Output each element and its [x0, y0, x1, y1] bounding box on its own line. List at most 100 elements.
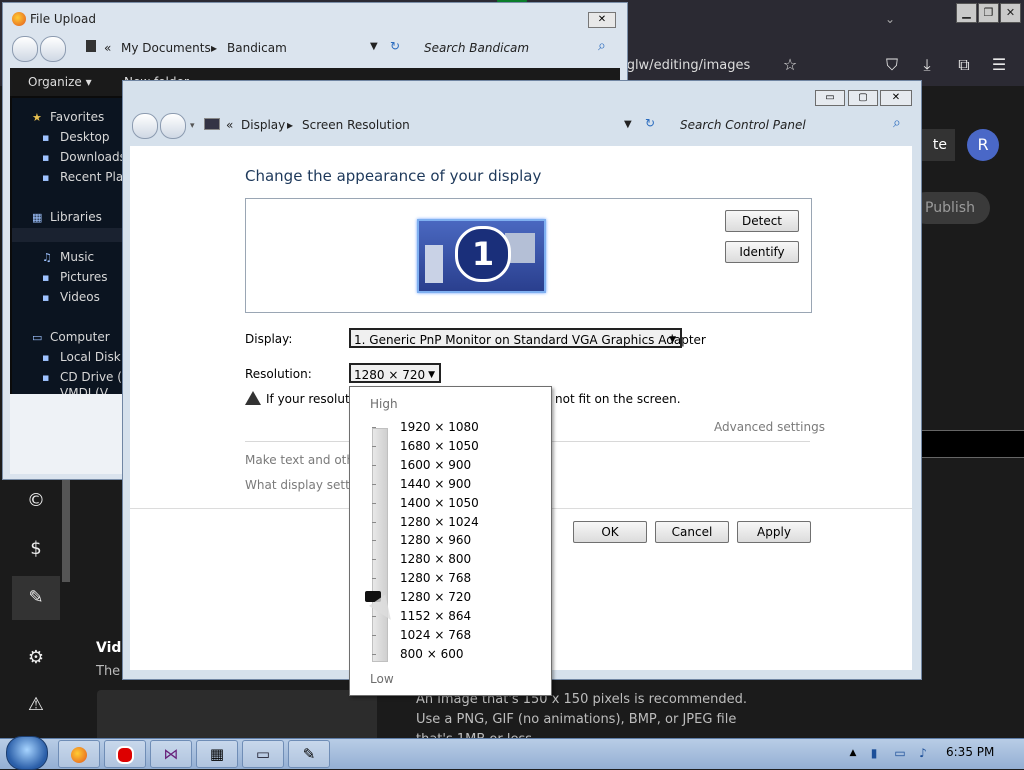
paint-taskbar-icon[interactable]: ✎: [288, 740, 330, 768]
history-dropdown-icon[interactable]: ▼: [370, 41, 378, 52]
organize-menu[interactable]: Organize ▾: [28, 75, 92, 89]
detect-button[interactable]: Detect: [725, 210, 799, 232]
address-dropdown-icon[interactable]: ▼: [624, 119, 632, 130]
extensions-icon[interactable]: ⧉: [952, 53, 976, 77]
slider-tick: [372, 465, 376, 466]
pocket-icon[interactable]: ⛉: [880, 53, 904, 77]
nav-libraries[interactable]: Libraries: [50, 210, 102, 224]
start-button[interactable]: [6, 736, 48, 770]
refresh-icon[interactable]: ↻: [645, 116, 655, 130]
forward-button[interactable]: [160, 113, 186, 139]
slider-tick: [372, 484, 376, 485]
breadcrumb-item[interactable]: Bandicam: [227, 41, 287, 55]
search-input[interactable]: Search Bandicam: [424, 41, 529, 55]
breadcrumb-display[interactable]: Display: [241, 118, 285, 132]
resolution-option[interactable]: 800 × 600: [400, 645, 464, 663]
monitor-tray-icon[interactable]: ▭: [892, 745, 908, 761]
visual-studio-taskbar-icon[interactable]: ⋈: [150, 740, 192, 768]
video-section-subtitle: The: [96, 664, 121, 679]
display-select[interactable]: 1. Generic PnP Monitor on Standard VGA G…: [349, 328, 706, 348]
browser-minimize-button[interactable]: ▁: [956, 3, 977, 23]
close-button[interactable]: ✕: [880, 90, 912, 106]
avatar[interactable]: R: [967, 129, 999, 161]
nav-cd-drive[interactable]: CD Drive (E: [60, 370, 130, 384]
nav-music[interactable]: Music: [60, 250, 94, 264]
resolution-option[interactable]: 1280 × 960: [400, 531, 471, 549]
resolution-option[interactable]: 1152 × 864: [400, 607, 471, 625]
apply-button[interactable]: Apply: [737, 521, 811, 543]
resolution-option[interactable]: 1400 × 1050: [400, 494, 479, 512]
nav-favorites[interactable]: Favorites: [50, 110, 104, 124]
breadcrumb-screen-resolution[interactable]: Screen Resolution: [302, 118, 410, 132]
resolution-option[interactable]: 1280 × 1024: [400, 513, 479, 531]
bookmark-star-icon[interactable]: ☆: [778, 53, 802, 77]
drive-icon: ▪: [42, 351, 50, 364]
download-icon[interactable]: ⤓: [915, 53, 939, 77]
tab-list-chevron-icon[interactable]: ⌄: [885, 12, 895, 26]
refresh-icon[interactable]: ↻: [390, 39, 400, 53]
resolution-option[interactable]: 1680 × 1050: [400, 437, 479, 455]
resolution-option[interactable]: 1280 × 768: [400, 569, 471, 587]
identify-button[interactable]: Identify: [725, 241, 799, 263]
control-panel-taskbar-icon[interactable]: ▦: [196, 740, 238, 768]
customization-icon[interactable]: ✎: [12, 576, 60, 620]
nav-downloads[interactable]: Downloads: [60, 150, 126, 164]
recent-pages-icon[interactable]: ▾: [190, 121, 195, 131]
back-button[interactable]: [132, 113, 158, 139]
cancel-button[interactable]: Cancel: [655, 521, 729, 543]
star-icon: ★: [32, 111, 42, 124]
search-icon[interactable]: ⌕: [893, 115, 901, 131]
clock[interactable]: 6:35 PM: [946, 745, 994, 759]
ok-button[interactable]: OK: [573, 521, 647, 543]
menu-icon[interactable]: ☰: [987, 53, 1011, 77]
feedback-icon[interactable]: ⚠: [22, 691, 50, 719]
publish-button[interactable]: Publish: [910, 192, 990, 224]
display-select-value: 1. Generic PnP Monitor on Standard VGA G…: [354, 333, 706, 347]
slider-tick: [372, 635, 376, 636]
back-button[interactable]: [12, 36, 38, 62]
display-taskbar-icon[interactable]: ▭: [242, 740, 284, 768]
resolution-option[interactable]: 1920 × 1080: [400, 418, 479, 436]
firefox-taskbar-icon[interactable]: [58, 740, 100, 768]
monetization-icon[interactable]: $: [22, 535, 50, 563]
bandicam-taskbar-icon[interactable]: [104, 740, 146, 768]
nav-videos[interactable]: Videos: [60, 290, 100, 304]
copyright-icon[interactable]: ©: [22, 487, 50, 515]
show-hidden-icons[interactable]: ▲: [845, 745, 861, 761]
resolution-option[interactable]: 1024 × 768: [400, 626, 471, 644]
resolution-option[interactable]: 1280 × 800: [400, 550, 471, 568]
nav-desktop[interactable]: Desktop: [60, 130, 110, 144]
resolution-option[interactable]: 1600 × 900: [400, 456, 471, 474]
breadcrumb-item[interactable]: My Documents: [121, 41, 211, 55]
search-input[interactable]: Search Control Panel: [680, 118, 806, 132]
nav-drive-partial[interactable]: VMDI (V: [60, 386, 108, 394]
resolution-slider-track[interactable]: [372, 428, 388, 662]
nav-local-disk[interactable]: Local Disk (: [60, 350, 129, 364]
slider-tick: [372, 654, 376, 655]
volume-icon[interactable]: ♪: [915, 745, 931, 761]
close-button[interactable]: ✕: [588, 12, 616, 28]
advanced-settings-link[interactable]: Advanced settings: [714, 420, 825, 434]
browser-close-button[interactable]: ✕: [1000, 3, 1021, 23]
nav-pictures[interactable]: Pictures: [60, 270, 108, 284]
resolution-option[interactable]: 1280 × 720: [400, 588, 471, 606]
nav-recent-places[interactable]: Recent Plac: [60, 170, 130, 184]
sidebar-scrollbar[interactable]: [62, 478, 70, 582]
settings-gear-icon[interactable]: ⚙: [22, 644, 50, 672]
network-icon[interactable]: ▮: [866, 745, 882, 761]
search-icon[interactable]: ⌕: [598, 38, 606, 54]
slider-high-label: High: [370, 397, 398, 411]
monitor-number-badge: 1: [455, 226, 511, 282]
resolution-option[interactable]: 1440 × 900: [400, 475, 471, 493]
minimize-button[interactable]: ▭: [815, 90, 845, 106]
warning-text-start: If your resolutio: [266, 392, 361, 406]
forward-button[interactable]: [40, 36, 66, 62]
slider-tick: [372, 578, 376, 579]
nav-documents-selected[interactable]: [12, 228, 124, 242]
nav-computer[interactable]: Computer: [50, 330, 110, 344]
resolution-select[interactable]: 1280 × 720 ▼: [349, 363, 441, 383]
browser-maximize-button[interactable]: ❐: [978, 3, 999, 23]
slider-tick: [372, 427, 376, 428]
maximize-button[interactable]: ▢: [848, 90, 878, 106]
computer-icon: ▭: [32, 331, 43, 344]
